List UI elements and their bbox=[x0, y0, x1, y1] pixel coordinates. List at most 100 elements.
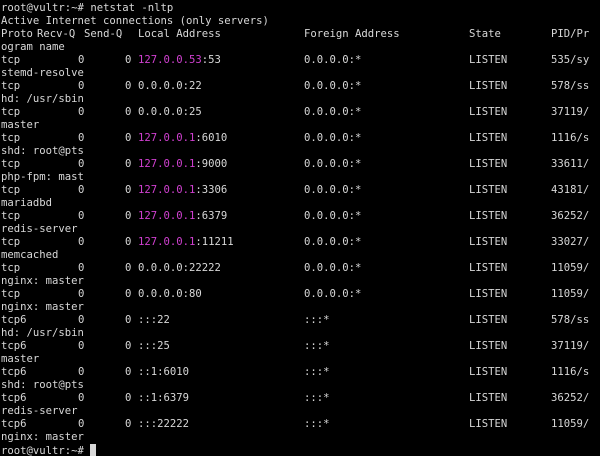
row-sendq: 0 bbox=[125, 106, 132, 118]
row-foreign-address: 0.0.0.0:* bbox=[304, 184, 362, 196]
row-pid: 33611/ bbox=[551, 158, 590, 170]
terminal-output: root@vultr:~# netstat -nltp Active Inter… bbox=[1, 2, 600, 456]
row-program-name: memcached bbox=[1, 249, 59, 261]
row-recvq: 0 bbox=[78, 158, 85, 170]
terminal-window[interactable]: root@vultr:~# netstat -nltp Active Inter… bbox=[0, 0, 600, 456]
row-sendq: 0 bbox=[125, 132, 132, 144]
row-foreign-address: :::* bbox=[304, 314, 330, 326]
table-row: tcp 0 0 0.0.0.0:22 0.0.0.0:* LISTEN 578/ss bbox=[1, 80, 600, 93]
row-state: LISTEN bbox=[469, 132, 508, 144]
row-sendq: 0 bbox=[125, 54, 132, 66]
row-program-name: master bbox=[1, 119, 40, 131]
row-program-name: nginx: master bbox=[1, 431, 84, 443]
text-cursor bbox=[90, 444, 97, 456]
row-state: LISTEN bbox=[469, 210, 508, 222]
row-local-port: :11211 bbox=[195, 236, 234, 248]
table-row: tcp 0 0 0.0.0.0:22222 0.0.0.0:* LISTEN 11059/ bbox=[1, 262, 600, 275]
row-program-name: stemd-resolve bbox=[1, 67, 84, 79]
table-row: tcp 0 0 127.0.0.1:9000 0.0.0.0:* LISTEN 33611/ bbox=[1, 158, 600, 171]
row-local-address: :::22 bbox=[138, 314, 170, 327]
row-proto: tcp6 bbox=[1, 366, 27, 378]
row-sendq: 0 bbox=[125, 236, 132, 248]
row-foreign-address: 0.0.0.0:* bbox=[304, 80, 362, 92]
row-local-port: ::1:6010 bbox=[138, 366, 190, 378]
row-foreign-address: 0.0.0.0:* bbox=[304, 106, 362, 118]
row-pid: 11059/ bbox=[551, 288, 590, 300]
row-local-address: :::22222 bbox=[138, 418, 189, 431]
table-row: tcp 0 0 127.0.0.1:6010 0.0.0.0:* LISTEN 1116/s bbox=[1, 132, 600, 145]
row-state: LISTEN bbox=[469, 80, 508, 92]
row-pid: 578/ss bbox=[551, 314, 590, 326]
row-recvq: 0 bbox=[78, 106, 85, 118]
row-pid: 37119/ bbox=[551, 340, 590, 352]
row-proto: tcp bbox=[1, 288, 21, 300]
row-local-address: 0.0.0.0:22 bbox=[138, 80, 202, 93]
row-program-name: nginx: master bbox=[1, 301, 84, 313]
row-local-port: :53 bbox=[201, 54, 221, 66]
row-local-address: 127.0.0.1:11211 bbox=[138, 236, 234, 249]
table-row: tcp 0 0 0.0.0.0:25 0.0.0.0:* LISTEN 37119/ bbox=[1, 106, 600, 119]
header-local-address: Local Address bbox=[138, 28, 221, 40]
row-local-ip: 127.0.0.1 bbox=[138, 184, 196, 196]
row-local-address: :::25 bbox=[138, 340, 170, 353]
row-proto: tcp bbox=[1, 80, 21, 92]
row-foreign-address: :::* bbox=[304, 418, 330, 430]
row-program-name: hd: /usr/sbin bbox=[1, 327, 84, 339]
table-row: tcp6 0 0:::22222:::* LISTEN 11059/ bbox=[1, 418, 600, 431]
row-sendq: 0 bbox=[125, 366, 132, 378]
row-local-ip: 127.0.0.53 bbox=[138, 54, 202, 66]
row-recvq: 0 bbox=[78, 132, 85, 144]
row-proto: tcp bbox=[1, 262, 21, 274]
row-local-ip: 127.0.0.1 bbox=[138, 210, 196, 222]
row-sendq: 0 bbox=[125, 210, 132, 222]
row-state: LISTEN bbox=[469, 288, 508, 300]
row-local-port: 0.0.0.0:25 bbox=[138, 106, 202, 118]
row-proto: tcp bbox=[1, 236, 21, 248]
row-recvq: 0 bbox=[78, 184, 85, 196]
row-sendq: 0 bbox=[125, 392, 132, 404]
row-state: LISTEN bbox=[469, 314, 508, 326]
row-pid: 37119/ bbox=[551, 106, 590, 118]
header-pid: PID/Pr bbox=[551, 28, 590, 40]
header-proto: Proto bbox=[1, 28, 33, 40]
row-pid: 33027/ bbox=[551, 236, 590, 248]
table-row: tcp6 0 0:::25:::* LISTEN 37119/ bbox=[1, 340, 600, 353]
row-recvq: 0 bbox=[78, 80, 85, 92]
row-recvq: 0 bbox=[78, 288, 85, 300]
row-pid: 578/ss bbox=[551, 80, 590, 92]
row-state: LISTEN bbox=[469, 106, 508, 118]
row-pid: 36252/ bbox=[551, 392, 590, 404]
row-state: LISTEN bbox=[469, 392, 508, 404]
row-local-ip: 127.0.0.1 bbox=[138, 236, 196, 248]
table-row: tcp 0 0 127.0.0.53:53 0.0.0.0:* LISTEN 535/sy bbox=[1, 54, 600, 67]
row-local-address: 0.0.0.0:25 bbox=[138, 106, 202, 119]
row-program-name: hd: /usr/sbin bbox=[1, 93, 84, 105]
row-recvq: 0 bbox=[78, 236, 85, 248]
command-text: netstat -nltp bbox=[90, 2, 174, 14]
row-foreign-address: 0.0.0.0:* bbox=[304, 210, 362, 222]
row-program-name: nginx: master bbox=[1, 275, 84, 287]
row-state: LISTEN bbox=[469, 54, 508, 66]
header-foreign-address: Foreign Address bbox=[304, 28, 400, 40]
row-proto: tcp6 bbox=[1, 314, 27, 326]
row-program-name: shd: root@pts bbox=[1, 145, 84, 157]
row-proto: tcp bbox=[1, 158, 21, 170]
row-local-address: 127.0.0.1:3306 bbox=[138, 184, 227, 197]
row-local-port: :6379 bbox=[195, 210, 228, 222]
row-sendq: 0 bbox=[125, 80, 132, 92]
row-program-name: mariadbd bbox=[1, 197, 53, 209]
row-local-address: 0.0.0.0:22222 bbox=[138, 262, 221, 275]
row-pid: 1116/s bbox=[551, 366, 590, 378]
command-line-current[interactable]: root@vultr:~# bbox=[1, 444, 600, 456]
row-local-ip: 127.0.0.1 bbox=[138, 132, 196, 144]
row-local-port: 0.0.0.0:22222 bbox=[138, 262, 221, 274]
row-local-ip: 127.0.0.1 bbox=[138, 158, 196, 170]
shell-prompt: root@vultr:~# bbox=[1, 445, 84, 456]
table-row: tcp6 0 0::1:6379:::* LISTEN 36252/ bbox=[1, 392, 600, 405]
row-program-name: redis-server bbox=[1, 405, 78, 417]
row-local-address: 127.0.0.1:6010 bbox=[138, 132, 227, 145]
command-line: root@vultr:~# netstat -nltp bbox=[1, 2, 600, 15]
shell-prompt: root@vultr:~# bbox=[1, 2, 84, 14]
row-local-port: 0.0.0.0:22 bbox=[138, 80, 202, 92]
row-recvq: 0 bbox=[78, 262, 85, 274]
